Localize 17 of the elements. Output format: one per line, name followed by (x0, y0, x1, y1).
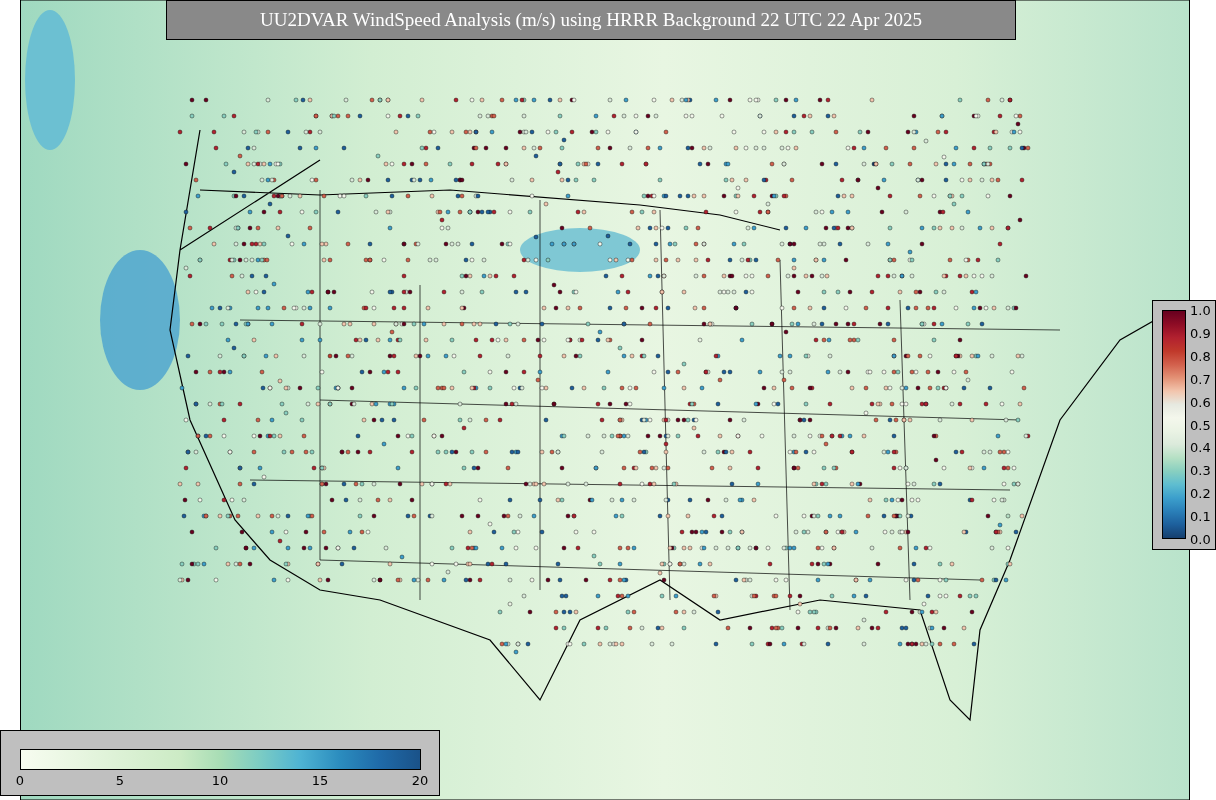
colorbar-tick-label: 0.9 (1190, 325, 1211, 341)
colorbar-tick-label: 10 (210, 773, 230, 788)
colorbar-tick-label: 20 (410, 773, 430, 788)
colorbar-tick-label: 0.1 (1190, 509, 1211, 525)
colorbar-tick-label: 0.2 (1190, 486, 1211, 502)
colorbar-tick-label: 0.0 (1190, 532, 1211, 547)
colorbar-tick-label: 15 (310, 773, 330, 788)
colorbar-tick-label: 0 (14, 773, 26, 788)
colorbar-tick-label: 0.7 (1190, 371, 1211, 387)
colorbar-tick-label: 0.3 (1190, 463, 1211, 479)
colorbar-tick-label: 0.4 (1190, 440, 1211, 456)
colorbar-tick-label: 0.6 (1190, 394, 1211, 410)
map-title: UU2DVAR WindSpeed Analysis (m/s) using HRRR Background 22 UTC 22 Apr 2025 (260, 9, 922, 31)
colorbar-tick-label: 0.5 (1190, 417, 1211, 433)
colorbar-tick-label: 5 (114, 773, 126, 788)
colorbar-tick-label: 1.0 (1190, 303, 1211, 318)
colorbar-tick-label: 0.8 (1190, 348, 1211, 364)
